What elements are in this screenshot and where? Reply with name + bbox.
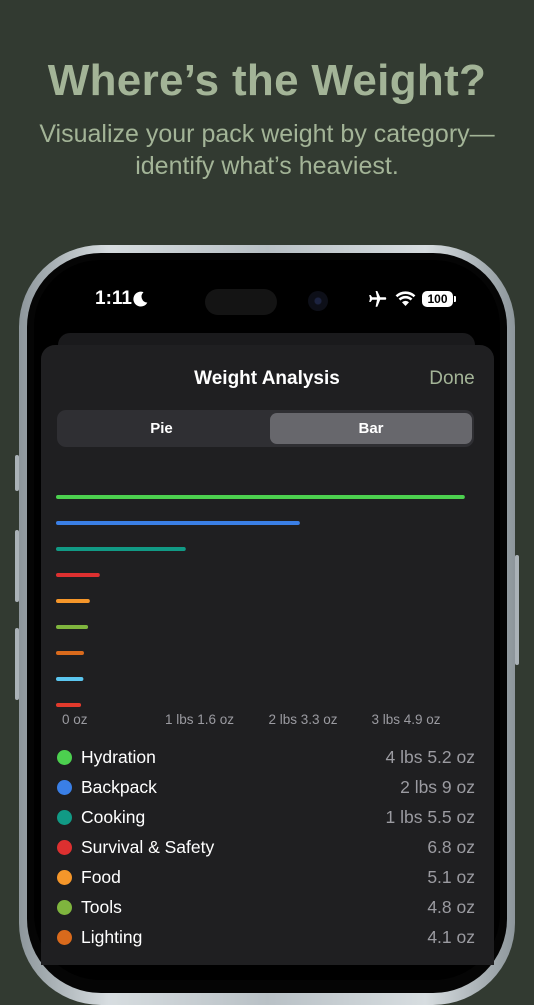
legend-color-dot [57,870,72,885]
legend-category-name: Hydration [81,747,156,767]
legend-row: Food 5.1 oz [56,863,476,893]
legend-category-name: Survival & Safety [81,837,215,857]
x-tick-label: 1 lbs 1.6 oz [165,712,234,727]
legend-weight-value: 2 lbs 9 oz [400,777,475,797]
legend-color-dot [57,900,72,915]
legend-weight-value: 1 lbs 5.5 oz [385,807,476,827]
legend-weight-value: 4.8 oz [427,897,475,917]
legend-weight-value: 4.1 oz [427,927,475,947]
legend-row: Lighting 4.1 oz [56,923,476,953]
legend-row: Tools 4.8 oz [56,893,476,923]
legend-weight-value: 5.1 oz [427,867,475,887]
legend-color-dot [57,840,72,855]
legend-category-name: Lighting [81,927,143,947]
legend-color-dot [57,930,72,945]
legend-category-name: Food [81,867,121,887]
legend-weight-value: 4 lbs 5.2 oz [385,747,476,767]
legend-category-name: Tools [81,897,122,917]
legend-category-name: Cooking [81,807,146,827]
x-tick-label: 0 oz [62,712,88,727]
legend-row: Backpack 2 lbs 9 oz [56,773,476,803]
legend-category-name: Backpack [81,777,157,797]
legend-color-dot [57,810,72,825]
legend-color-dot [57,750,72,765]
legend-color-dot [57,780,72,795]
legend-row: Hydration 4 lbs 5.2 oz [56,743,476,773]
legend-row: Survival & Safety 6.8 oz [56,833,476,863]
weight-bar-chart: 0 oz 1 lbs 1.6 oz 2 lbs 3.3 oz 3 lbs 4.9 oz [56,495,465,727]
x-tick-label: 2 lbs 3.3 oz [269,712,338,727]
x-tick-label: 3 lbs 4.9 oz [371,712,440,727]
legend-weight-value: 6.8 oz [427,837,475,857]
legend-row: Cooking 1 lbs 5.5 oz [56,803,476,833]
